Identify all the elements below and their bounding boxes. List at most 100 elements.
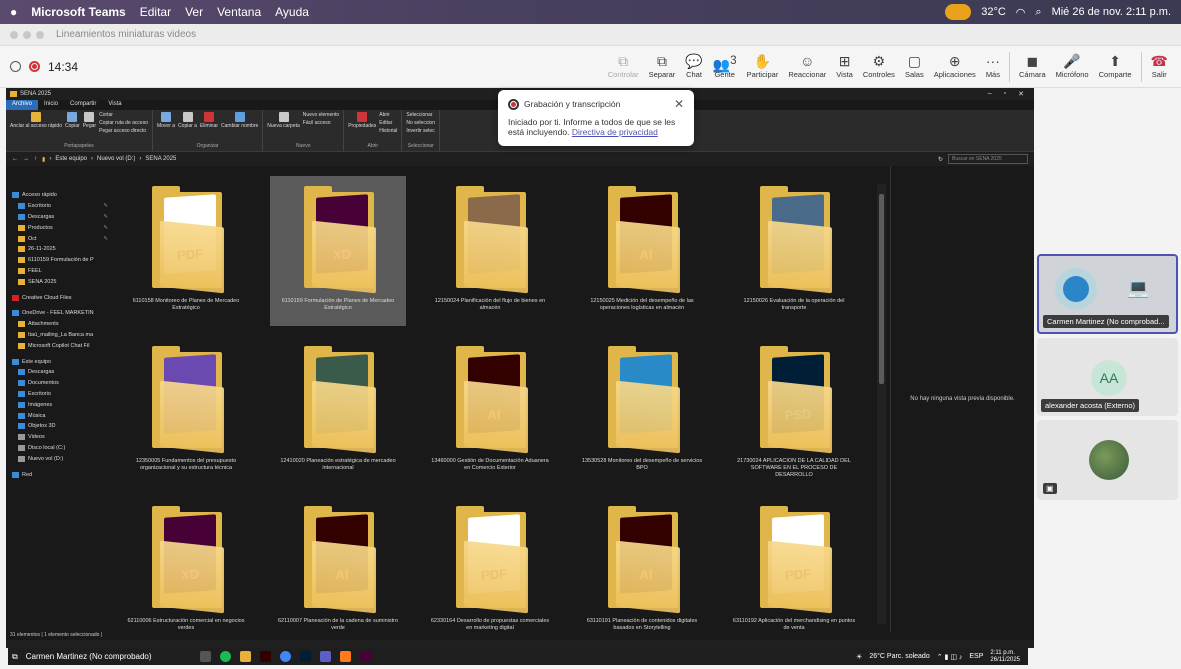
- explorer-tab[interactable]: Vista: [102, 100, 127, 110]
- back-icon[interactable]: ←: [12, 156, 18, 162]
- refresh-icon[interactable]: ↻: [938, 156, 943, 163]
- minimize-icon[interactable]: –: [988, 90, 992, 98]
- zoom-window-icon[interactable]: [36, 30, 44, 39]
- ribbon-button[interactable]: Eliminar: [200, 112, 218, 129]
- explorer-tab[interactable]: Inicio: [38, 100, 64, 110]
- app-menu[interactable]: Microsoft Teams: [31, 5, 125, 19]
- nav-item[interactable]: OneDrive - FEEL MARKETIN: [6, 308, 112, 319]
- close-notification-icon[interactable]: ✕: [674, 97, 684, 111]
- menu-3[interactable]: Ayuda: [275, 5, 309, 19]
- nav-item[interactable]: Itaú_mailing_La Banca ma: [6, 330, 112, 341]
- breadcrumb-item[interactable]: Este equipo: [55, 156, 87, 162]
- ribbon-button[interactable]: Cambiar nombre: [221, 112, 258, 129]
- folder-item[interactable]: XD 6110159 Formulación de Planes de Merca…: [270, 176, 406, 326]
- nav-item[interactable]: Microsoft Copilot Chat Fil: [6, 340, 112, 351]
- ribbon-command[interactable]: Copiar ruta de acceso: [99, 120, 148, 126]
- participant-tile[interactable]: 💻 Carmen Martinez (No comprobad...: [1037, 254, 1178, 334]
- ribbon-command[interactable]: Fácil acceso: [303, 120, 339, 126]
- search-input[interactable]: Buscar en SENA 2025: [948, 154, 1028, 164]
- nav-item[interactable]: Objetos 3D: [6, 421, 112, 432]
- folder-item[interactable]: PDF 63110192 Aplicación del merchandising…: [726, 496, 862, 646]
- ribbon-command[interactable]: Seleccionar: [406, 112, 435, 118]
- folder-item[interactable]: AI 63110191 Planeación de contenidos digi…: [574, 496, 710, 646]
- folder-item[interactable]: XD 62110006 Estructuración comercial en n…: [118, 496, 254, 646]
- up-icon[interactable]: ↑: [34, 156, 37, 162]
- nav-item[interactable]: Música: [6, 410, 112, 421]
- ribbon-command[interactable]: Editar: [379, 120, 397, 126]
- ribbon-command[interactable]: No seleccion: [406, 120, 435, 126]
- nav-item[interactable]: Descargas: [6, 367, 112, 378]
- nav-item[interactable]: Nuevo vol (D:): [6, 453, 112, 464]
- ribbon-button[interactable]: Copiar a: [178, 112, 197, 129]
- chat-button[interactable]: 💬 Chat: [680, 52, 707, 79]
- folder-item[interactable]: 12410020 Planeación estratégica de merca…: [270, 336, 406, 486]
- breadcrumb[interactable]: ▮ › Este equipo › Nuevo vol (D:) › SENA 2025: [42, 156, 933, 163]
- ribbon-button[interactable]: Mover a: [157, 112, 175, 129]
- ribbon-command[interactable]: Historial: [379, 128, 397, 134]
- breadcrumb-item[interactable]: Nuevo vol (D:): [97, 156, 135, 162]
- ribbon-button[interactable]: Anclar al acceso rápido: [10, 112, 62, 129]
- search-icon[interactable]: ⌕: [1035, 6, 1041, 19]
- breadcrumb-item[interactable]: SENA 2025: [145, 156, 176, 162]
- comparte-button[interactable]: ⬆ Comparte: [1094, 52, 1137, 79]
- nav-item[interactable]: 6110159 Formulación de P: [6, 255, 112, 266]
- nav-item[interactable]: FEEL: [6, 266, 112, 277]
- datetime[interactable]: Mié 26 de nov. 2:11 p.m.: [1052, 6, 1171, 18]
- ribbon-command[interactable]: Cortar: [99, 112, 148, 118]
- más-button[interactable]: ··· Más: [981, 52, 1005, 79]
- vista-button[interactable]: ⊞ Vista: [831, 52, 858, 79]
- nav-item[interactable]: 26-11-2025: [6, 244, 112, 255]
- nav-item[interactable]: Imágenes: [6, 399, 112, 410]
- folder-item[interactable]: 12350005 Fundamentos del presupuesto org…: [118, 336, 254, 486]
- privacy-link[interactable]: Directiva de privacidad: [572, 127, 658, 137]
- shield-icon[interactable]: [10, 61, 21, 72]
- explorer-tab[interactable]: Archivo: [6, 100, 39, 110]
- separar-button[interactable]: ⧉ Separar: [644, 52, 681, 79]
- controlar-button[interactable]: ⧉ Controlar: [603, 52, 644, 79]
- folder-item[interactable]: AI 62110007 Planeación de la cadena de su…: [270, 496, 406, 646]
- aplicaciones-button[interactable]: ⊕ Aplicaciones: [929, 52, 981, 79]
- nav-item[interactable]: Escritorio: [6, 389, 112, 400]
- menu-0[interactable]: Editar: [140, 5, 171, 19]
- nav-item[interactable]: Escritorio ✎: [6, 201, 112, 212]
- scrollbar[interactable]: [877, 184, 886, 624]
- ribbon-command[interactable]: Pegar acceso directo: [99, 128, 148, 134]
- restore-icon[interactable]: ▫: [1004, 90, 1006, 98]
- ribbon-button[interactable]: Propiedades: [348, 112, 376, 129]
- participar-button[interactable]: ✋ Participar: [742, 52, 784, 79]
- nav-item[interactable]: Red: [6, 469, 112, 480]
- folder-item[interactable]: 12150026 Evaluación de la operación del …: [726, 176, 862, 326]
- recording-indicator[interactable]: [945, 4, 972, 20]
- nav-item[interactable]: Disco local (C:): [6, 443, 112, 454]
- nav-item[interactable]: Attachments: [6, 319, 112, 330]
- participant-tile[interactable]: ▣: [1037, 420, 1178, 500]
- folder-item[interactable]: AI 13460000 Gestión de Documentación Adua…: [422, 336, 558, 486]
- forward-icon[interactable]: →: [23, 156, 29, 162]
- micrófono-button[interactable]: 🎤 Micrófono: [1051, 52, 1094, 79]
- nav-item[interactable]: Creative Cloud Files: [6, 292, 112, 303]
- gente-button[interactable]: 👥3 Gente: [708, 52, 742, 79]
- nav-item[interactable]: Descargas ✎: [6, 212, 112, 223]
- folder-item[interactable]: PSD 21730024 APLICACION DE LA CALIDAD DEL…: [726, 336, 862, 486]
- folder-item[interactable]: PDF 62330164 Desarrollo de propuestas com…: [422, 496, 558, 646]
- nav-item[interactable]: SENA 2025: [6, 276, 112, 287]
- folder-item[interactable]: 13530528 Monitoreo del desempeño de serv…: [574, 336, 710, 486]
- nav-item[interactable]: Videos: [6, 432, 112, 443]
- wifi-icon[interactable]: ◠: [1016, 6, 1026, 19]
- ribbon-command[interactable]: Abrir: [379, 112, 397, 118]
- close-icon[interactable]: ✕: [1018, 90, 1024, 98]
- controles-button[interactable]: ⚙ Controles: [858, 52, 900, 79]
- folder-item[interactable]: AI 12150025 Medición del desempeño de las…: [574, 176, 710, 326]
- nav-item[interactable]: Documentos: [6, 378, 112, 389]
- salir-button[interactable]: ☎ Salir: [1146, 52, 1173, 79]
- nav-item[interactable]: Productos ✎: [6, 222, 112, 233]
- explorer-tab[interactable]: Compartir: [64, 100, 102, 110]
- participant-tile[interactable]: AA alexander acosta (Externo): [1037, 338, 1178, 416]
- scrollbar-thumb[interactable]: [879, 194, 884, 384]
- folder-item[interactable]: PDF 6110158 Monitoreo de Planes de Mercad…: [118, 176, 254, 326]
- nav-item[interactable]: Acceso rápido: [6, 190, 112, 201]
- ribbon-button[interactable]: Nueva carpeta: [267, 112, 300, 129]
- cámara-button[interactable]: ◼ Cámara: [1014, 52, 1051, 79]
- ribbon-command[interactable]: Nuevo elemento: [303, 112, 339, 118]
- salas-button[interactable]: ▢ Salas: [900, 52, 929, 79]
